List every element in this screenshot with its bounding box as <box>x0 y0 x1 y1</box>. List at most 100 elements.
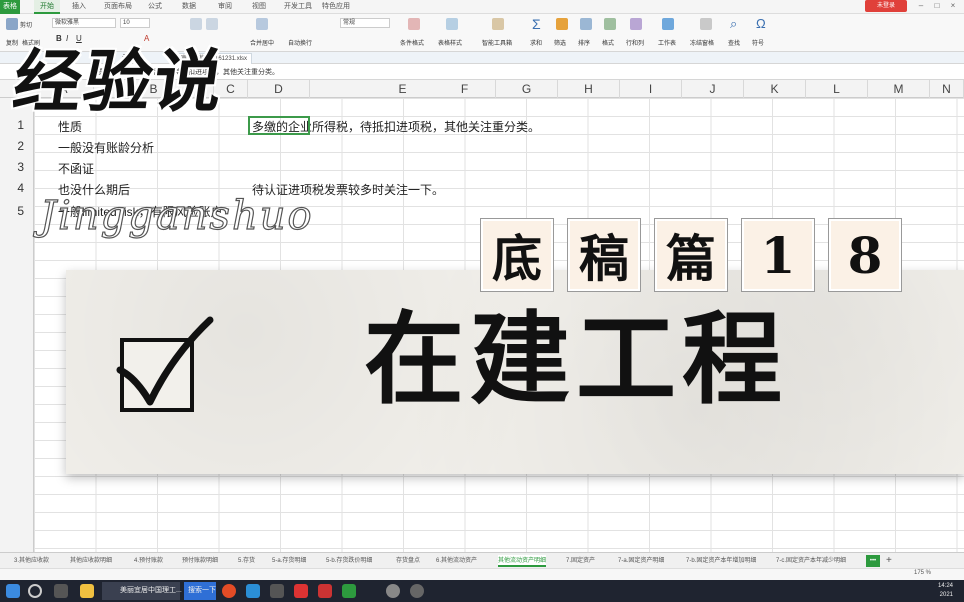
merge-label[interactable]: 合并居中 <box>250 38 274 47</box>
find-icon[interactable]: ⌕ <box>730 16 737 32</box>
worksheet-icon[interactable] <box>662 18 674 30</box>
sheet-tab[interactable]: 7.固定资产 <box>566 555 595 567</box>
merge-icon[interactable] <box>256 18 268 30</box>
smart-toolbox-icon[interactable] <box>492 18 504 30</box>
menu-review[interactable]: 审阅 <box>218 0 232 14</box>
sheet-tab[interactable]: 6.其他流动资产 <box>436 555 477 567</box>
col-I[interactable]: I <box>620 80 682 98</box>
sheet-tab[interactable]: 7-b.固定资产本年增加明细 <box>686 555 756 567</box>
wrap-label[interactable]: 自动换行 <box>288 38 312 47</box>
menu-developer[interactable]: 开发工具 <box>284 0 312 14</box>
sort-icon[interactable] <box>580 18 592 30</box>
zoom-level[interactable]: 175 % <box>914 570 931 576</box>
episode-box-2: 稿 <box>567 218 641 292</box>
task-view-icon[interactable] <box>54 584 68 598</box>
col-K[interactable]: K <box>744 80 806 98</box>
file-explorer-icon[interactable] <box>80 584 94 598</box>
sheet-tab[interactable]: 7-a.固定资产明细 <box>618 555 664 567</box>
menu-special[interactable]: 特色应用 <box>322 0 350 14</box>
col-M[interactable]: M <box>868 80 930 98</box>
freeze-label[interactable]: 冻结窗格 <box>690 38 714 47</box>
rowcol-label[interactable]: 行和列 <box>626 38 644 47</box>
sum-icon[interactable]: Σ <box>532 16 541 32</box>
sheet-tab[interactable]: 3.其他应收款 <box>14 555 49 567</box>
cell-r3-left[interactable]: 不函证 <box>58 160 94 177</box>
row-4[interactable]: 4 <box>0 179 34 197</box>
find-label[interactable]: 查找 <box>728 38 740 47</box>
rowcol-icon[interactable] <box>630 18 642 30</box>
sheet-tab[interactable]: 4.预付账款 <box>134 555 163 567</box>
sheet-tab[interactable]: 5-b.存货跌价明细 <box>326 555 372 567</box>
sum-label[interactable]: 求和 <box>530 38 542 47</box>
col-H[interactable]: H <box>558 80 620 98</box>
smart-toolbox-label[interactable]: 智能工具箱 <box>482 38 512 47</box>
font-size-select[interactable]: 10 <box>120 18 150 28</box>
app-logo[interactable]: 表格 <box>0 0 20 14</box>
edge-icon[interactable] <box>246 584 260 598</box>
number-format-select[interactable]: 常规 <box>340 18 390 28</box>
format-label[interactable]: 格式 <box>602 38 614 47</box>
cut-label: 剪切 <box>20 23 33 29</box>
menu-formula[interactable]: 公式 <box>148 0 162 14</box>
sort-label[interactable]: 排序 <box>578 38 590 47</box>
symbol-label[interactable]: 符号 <box>752 38 764 47</box>
add-sheet-icon[interactable]: + <box>886 555 892 567</box>
settings-icon[interactable] <box>386 584 400 598</box>
sheet-tab[interactable]: 5.存货 <box>238 555 255 567</box>
symbol-icon[interactable]: Ω <box>756 16 766 31</box>
filter-label[interactable]: 筛选 <box>554 38 566 47</box>
col-L[interactable]: L <box>806 80 868 98</box>
app-icon[interactable] <box>318 584 332 598</box>
conditional-format-label[interactable]: 条件格式 <box>400 38 424 47</box>
align-icon[interactable] <box>190 18 202 30</box>
menu-insert[interactable]: 插入 <box>72 0 86 14</box>
format-icon[interactable] <box>604 18 616 30</box>
sheet-tab[interactable]: 其他应收款明细 <box>70 555 112 567</box>
clock-time: 14:24 <box>938 583 954 589</box>
app-icon[interactable] <box>294 584 308 598</box>
clock[interactable]: 14:24 2021 <box>938 582 953 600</box>
windows-start-icon[interactable] <box>6 584 20 598</box>
font-name-select[interactable]: 微软雅黑 <box>52 18 116 28</box>
login-button[interactable]: 未登录 <box>865 0 907 12</box>
app-icon[interactable] <box>410 584 424 598</box>
taskbar-app-search[interactable]: 搜索一下 <box>184 582 216 600</box>
taskbar-app-browser[interactable]: 美丽宜居中国理工... <box>102 582 182 600</box>
search-icon[interactable] <box>28 584 42 598</box>
minimize-icon[interactable]: – <box>916 0 926 12</box>
row-5[interactable]: 5 <box>0 202 34 220</box>
cell-r2-left[interactable]: 一般没有账龄分析 <box>58 139 154 156</box>
sheet-tab[interactable]: 存货盘点 <box>396 555 420 567</box>
table-style-label[interactable]: 表格样式 <box>438 38 462 47</box>
sheet-tab[interactable]: 7-c.固定资产本年减少明细 <box>776 555 846 567</box>
col-N[interactable]: N <box>930 80 964 98</box>
col-F[interactable]: F <box>434 80 496 98</box>
close-icon[interactable]: × <box>948 0 958 12</box>
filter-icon[interactable] <box>556 18 568 30</box>
menu-home[interactable]: 开始 <box>34 0 60 14</box>
table-style-icon[interactable] <box>446 18 458 30</box>
row-3[interactable]: 3 <box>0 158 34 176</box>
copy-label[interactable]: 复制 <box>6 38 18 47</box>
conditional-format-icon[interactable] <box>408 18 420 30</box>
sheet-tab[interactable]: 预付账款明细 <box>182 555 218 567</box>
spreadsheet-app-icon[interactable] <box>342 584 356 598</box>
worksheet-label[interactable]: 工作表 <box>658 38 676 47</box>
col-J[interactable]: J <box>682 80 744 98</box>
col-D[interactable]: D <box>248 80 310 98</box>
cut-icon[interactable] <box>6 18 18 30</box>
chrome-icon[interactable] <box>222 584 236 598</box>
checkmark-icon <box>116 316 214 406</box>
sheet-tab[interactable]: 5-a.存货明细 <box>272 555 306 567</box>
menu-data[interactable]: 数据 <box>182 0 196 14</box>
freeze-icon[interactable] <box>700 18 712 30</box>
row-2[interactable]: 2 <box>0 137 34 155</box>
col-G[interactable]: G <box>496 80 558 98</box>
menu-view[interactable]: 视图 <box>252 0 266 14</box>
maximize-icon[interactable]: □ <box>932 0 942 12</box>
app-icon[interactable] <box>270 584 284 598</box>
align-center-icon[interactable] <box>206 18 218 30</box>
sheet-tab-active[interactable]: 其他流动资产明细 <box>498 555 547 567</box>
menu-page-layout[interactable]: 页面布局 <box>104 0 132 14</box>
more-sheets-icon[interactable]: ••• <box>866 555 880 567</box>
